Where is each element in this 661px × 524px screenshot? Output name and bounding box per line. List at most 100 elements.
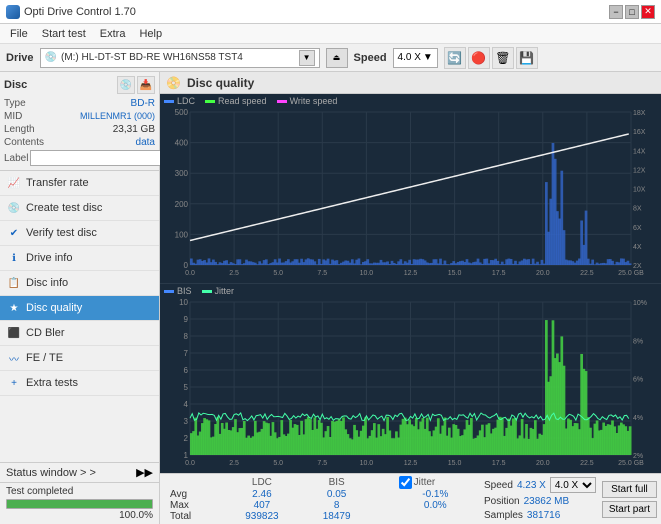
svg-text:17.5: 17.5: [492, 460, 506, 467]
progress-percent: 100.0%: [6, 510, 153, 521]
svg-text:12.5: 12.5: [404, 460, 418, 467]
stats-right: Speed 4.23 X 4.0 X Position 23862 MB Sam…: [484, 477, 596, 521]
nav-transfer-rate-label: Transfer rate: [26, 177, 89, 189]
svg-text:6X: 6X: [633, 225, 642, 232]
total-bis: 18479: [302, 511, 372, 522]
start-part-button[interactable]: Start part: [602, 501, 657, 518]
menu-file[interactable]: File: [4, 26, 34, 42]
label-input[interactable]: [30, 150, 168, 166]
svg-text:8X: 8X: [633, 206, 642, 213]
status-text: Test completed: [6, 486, 153, 497]
nav-extra-tests[interactable]: + Extra tests: [0, 371, 159, 396]
progress-bar-fill: [7, 500, 152, 508]
bis-legend: BIS: [164, 286, 192, 296]
nav-disc-quality[interactable]: ★ Disc quality: [0, 296, 159, 321]
stats-row: LDC BIS Jitter Avg: [164, 476, 657, 522]
start-full-button[interactable]: Start full: [602, 481, 657, 498]
transfer-rate-icon: 📈: [6, 175, 22, 191]
chart-top: LDC Read speed Write speed 5004003002001…: [160, 94, 661, 284]
jitter-checkbox[interactable]: [399, 476, 412, 489]
nav-disc-info[interactable]: 📋 Disc info: [0, 271, 159, 296]
drive-dropdown-btn[interactable]: ▼: [299, 50, 315, 66]
close-button[interactable]: ✕: [641, 5, 655, 19]
svg-text:4%: 4%: [633, 415, 643, 422]
burn-button[interactable]: 🔴: [468, 47, 490, 69]
svg-text:2.5: 2.5: [229, 270, 239, 277]
svg-text:10.0: 10.0: [360, 270, 374, 277]
disc-icon-1[interactable]: 💿: [117, 76, 135, 94]
svg-text:8%: 8%: [633, 338, 643, 345]
nav-verify-test-disc-label: Verify test disc: [26, 227, 97, 239]
disc-info-icon: 📋: [6, 275, 22, 291]
bis-legend-label: BIS: [177, 286, 192, 296]
app-icon: [6, 5, 20, 19]
nav-transfer-rate[interactable]: 📈 Transfer rate: [0, 171, 159, 196]
main-layout: Disc 💿 📥 Type BD-R MID MILLENMR1 (000) L…: [0, 72, 661, 524]
nav-disc-info-label: Disc info: [26, 277, 68, 289]
nav-create-test-disc[interactable]: 💿 Create test disc: [0, 196, 159, 221]
total-label: Total: [164, 511, 222, 522]
svg-text:5.0: 5.0: [273, 460, 283, 467]
speed-avg-label: Speed: [484, 480, 513, 491]
nav-verify-test-disc[interactable]: ✔ Verify test disc: [0, 221, 159, 246]
speed-select[interactable]: 4.0 X ▼: [393, 48, 438, 68]
drive-info-icon: ℹ: [6, 250, 22, 266]
menu-help[interactable]: Help: [133, 26, 168, 42]
menu-extra[interactable]: Extra: [94, 26, 132, 42]
nav-items: 📈 Transfer rate 💿 Create test disc ✔ Ver…: [0, 171, 159, 396]
nav-drive-info[interactable]: ℹ Drive info: [0, 246, 159, 271]
nav-fe-te-label: FE / TE: [26, 352, 63, 364]
svg-text:22.5: 22.5: [580, 270, 594, 277]
col-ldc: LDC: [222, 476, 302, 489]
svg-text:3: 3: [184, 417, 189, 426]
position-label: Position: [484, 496, 520, 507]
jitter-legend: Jitter: [202, 286, 235, 296]
contents-label: Contents: [4, 137, 44, 148]
speed-select-small[interactable]: 4.0 X: [550, 477, 596, 493]
menu-start-test[interactable]: Start test: [36, 26, 92, 42]
samples-row: Samples 381716: [484, 510, 596, 521]
jitter-legend-label: Jitter: [215, 286, 235, 296]
disc-icon-2[interactable]: 📥: [137, 76, 155, 94]
eject-button[interactable]: ⏏: [326, 48, 348, 68]
svg-text:16X: 16X: [633, 129, 646, 136]
nav-fe-te[interactable]: 〰 FE / TE: [0, 346, 159, 371]
write-legend-label: Write speed: [290, 96, 338, 106]
speed-avg-value: 4.23 X: [517, 480, 546, 491]
samples-value: 381716: [527, 510, 560, 521]
nav-extra-tests-label: Extra tests: [26, 377, 78, 389]
svg-text:25.0 GB: 25.0 GB: [618, 270, 644, 277]
refresh-button[interactable]: 🔄: [444, 47, 466, 69]
svg-text:10X: 10X: [633, 187, 646, 194]
avg-jitter: -0.1%: [393, 489, 478, 500]
status-completed: Test completed 100.0%: [0, 483, 159, 524]
mid-value: MILLENMR1 (000): [80, 111, 155, 122]
length-value: 23,31 GB: [113, 124, 155, 135]
create-test-disc-icon: 💿: [6, 200, 22, 216]
cd-bler-icon: ⬛: [6, 325, 22, 341]
avg-ldc: 2.46: [222, 489, 302, 500]
progress-bar-container: [6, 499, 153, 509]
drive-select[interactable]: 💿 (M:) HL-DT-ST BD-RE WH16NS58 TST4 ▼: [40, 48, 320, 68]
max-label: Max: [164, 500, 222, 511]
status-window-btn[interactable]: Status window > > ▶▶: [0, 463, 159, 483]
erase-button[interactable]: 🗑: [492, 47, 514, 69]
avg-bis: 0.05: [302, 489, 372, 500]
nav-cd-bler[interactable]: ⬛ CD Bler: [0, 321, 159, 346]
ldc-legend-dot: [164, 100, 174, 103]
drive-label: Drive: [6, 52, 34, 64]
maximize-button[interactable]: □: [625, 5, 639, 19]
mid-label: MID: [4, 111, 22, 122]
chart-bottom-legend: BIS Jitter: [160, 284, 661, 298]
samples-label: Samples: [484, 510, 523, 521]
minimize-button[interactable]: −: [609, 5, 623, 19]
status-expand-icon: ▶▶: [136, 466, 153, 479]
svg-text:5: 5: [184, 383, 189, 392]
ldc-legend: LDC: [164, 96, 195, 106]
svg-text:7: 7: [184, 349, 189, 358]
save-button[interactable]: 💾: [516, 47, 538, 69]
svg-text:20.0: 20.0: [536, 270, 550, 277]
disc-quality-icon: ★: [6, 300, 22, 316]
nav-create-test-disc-label: Create test disc: [26, 202, 102, 214]
svg-text:400: 400: [175, 139, 189, 148]
